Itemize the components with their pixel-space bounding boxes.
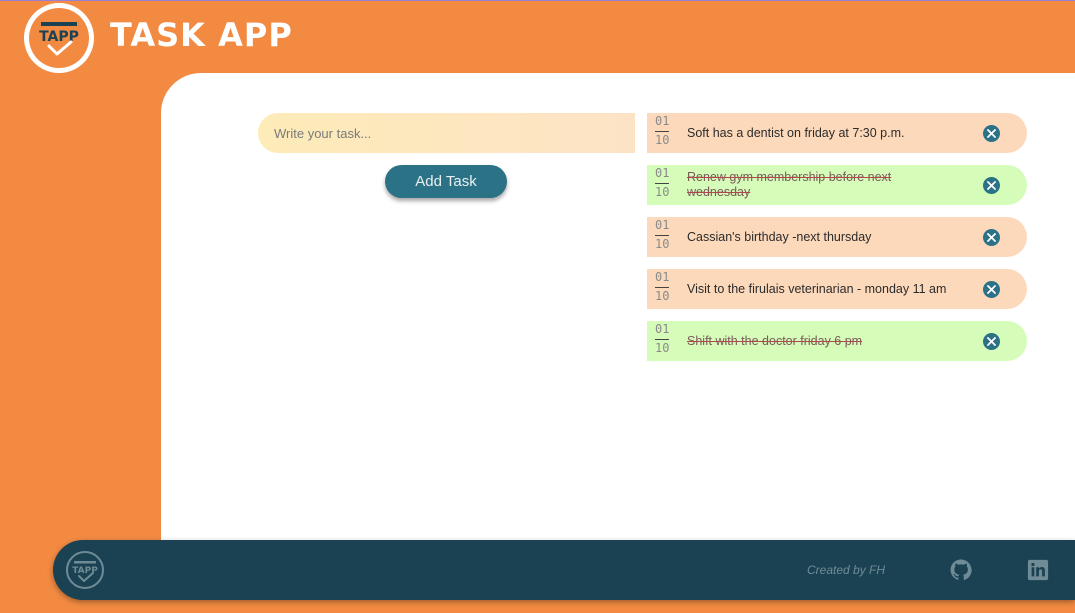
task-item[interactable]: 01 10 Renew gym membership before next we… [647, 165, 1027, 205]
linkedin-icon[interactable] [1027, 559, 1049, 581]
footer-logo-text: TAPP [72, 566, 98, 576]
task-date: 01 10 [655, 166, 670, 199]
close-icon[interactable] [983, 333, 1000, 350]
task-item[interactable]: 01 10 Soft has a dentist on friday at 7:3… [647, 113, 1027, 153]
task-item[interactable]: 01 10 Cassian's birthday -next thursday [647, 217, 1027, 257]
app-logo: TAPP [24, 3, 94, 73]
task-input[interactable] [258, 113, 635, 153]
app-header: TAPP TASK APP [0, 0, 1075, 74]
task-date: 01 10 [655, 114, 670, 147]
footer-logo-icon: TAPP [66, 551, 104, 589]
task-text: Shift with the doctor friday 6 pm [687, 333, 863, 348]
credit-text: Created by FH [807, 563, 886, 577]
page-title: TASK APP [110, 16, 293, 54]
close-icon[interactable] [983, 177, 1000, 194]
task-date: 01 10 [655, 270, 670, 303]
task-text: Cassian's birthday -next thursday [687, 229, 872, 244]
task-item[interactable]: 01 10 Visit to the firulais veterinarian … [647, 269, 1027, 309]
task-date: 01 10 [655, 322, 670, 355]
close-icon[interactable] [983, 125, 1000, 142]
task-list: 01 10 Soft has a dentist on friday at 7:3… [647, 113, 1027, 373]
close-icon[interactable] [983, 229, 1000, 246]
logo-badge: TAPP [29, 8, 89, 68]
add-task-button[interactable]: Add Task [385, 165, 507, 198]
main-panel: Add Task 0110 Soft has a dentist on frid… [161, 73, 1075, 553]
task-text: Soft has a dentist on friday at 7:30 p.m… [687, 125, 905, 140]
logo-text: TAPP [39, 29, 79, 45]
task-item[interactable]: 01 10 Shift with the doctor friday 6 pm [647, 321, 1027, 361]
task-date: 01 10 [655, 218, 670, 251]
logo-check-icon: TAPP [39, 22, 79, 56]
github-icon[interactable] [950, 559, 972, 581]
task-text: Renew gym membership before next wednesd… [687, 170, 892, 199]
app-footer: TAPP Created by FH [53, 540, 1075, 600]
task-text: Visit to the firulais veterinarian - mon… [687, 281, 947, 296]
close-icon[interactable] [983, 281, 1000, 298]
